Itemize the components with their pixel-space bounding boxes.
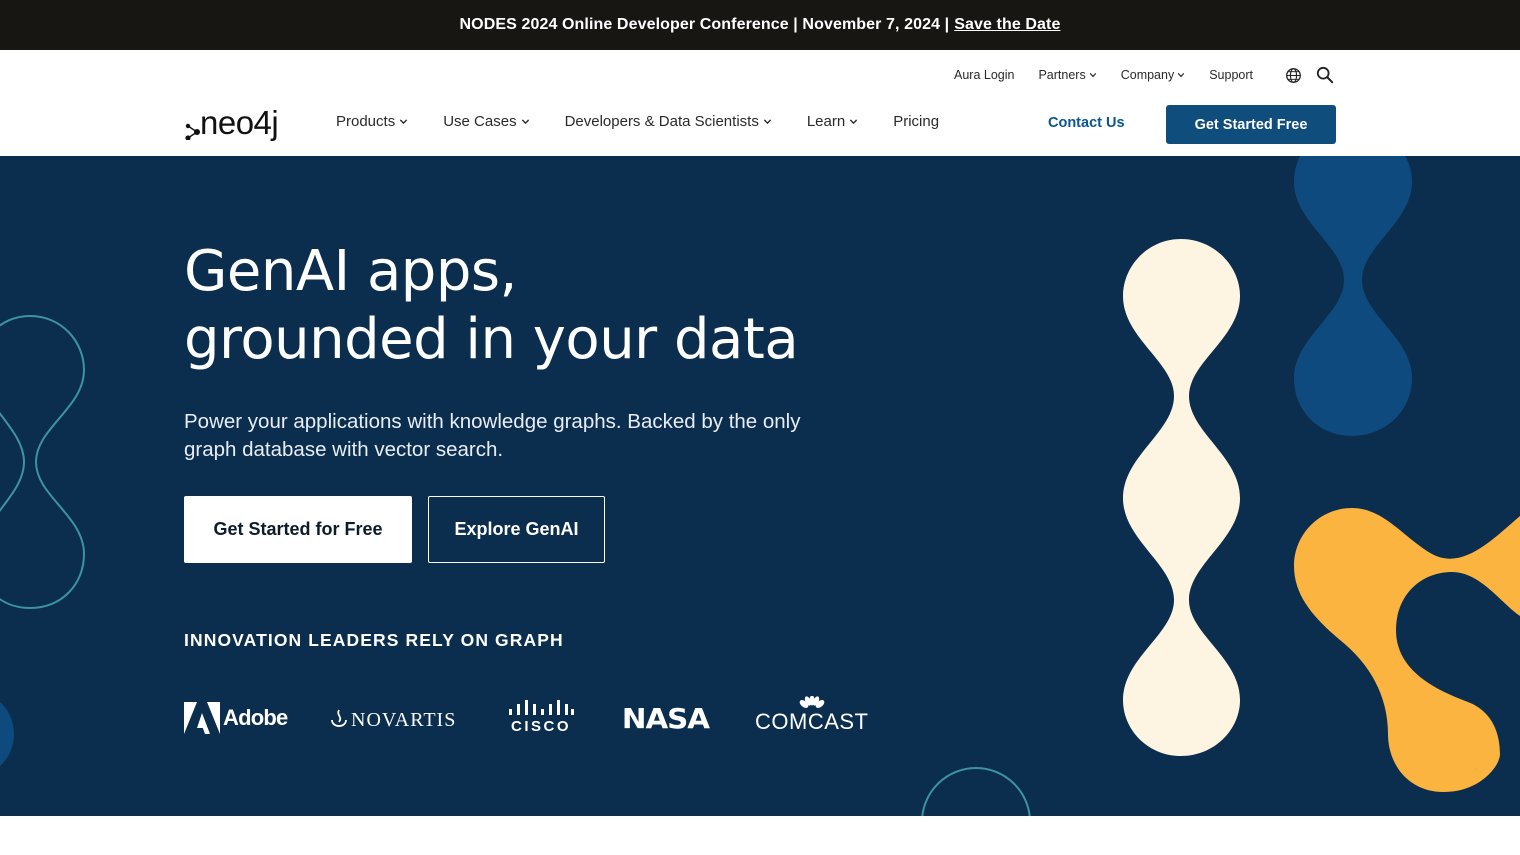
blue-circle-left <box>0 701 14 767</box>
nav-developers-label: Developers & Data Scientists <box>564 113 759 130</box>
cisco-bars-icon <box>509 700 574 715</box>
support-link[interactable]: Support <box>1209 68 1253 82</box>
partners-menu[interactable]: Partners <box>1038 68 1096 82</box>
get-started-free-button[interactable]: Get Started Free <box>1166 105 1336 144</box>
nav-use-cases[interactable]: Use Cases <box>443 113 529 130</box>
aura-login-label: Aura Login <box>954 68 1015 82</box>
nav-pricing[interactable]: Pricing <box>893 113 939 130</box>
announcement-text: NODES 2024 Online Developer Conference |… <box>459 16 950 33</box>
main-nav: neo4j Products Use Cases Developers & Da… <box>0 96 1520 156</box>
support-label: Support <box>1209 68 1253 82</box>
nav-products[interactable]: Products <box>336 113 408 130</box>
nav-learn-label: Learn <box>806 113 846 130</box>
utility-nav: Aura Login Partners Company Support <box>930 64 1334 86</box>
nasa-logo: NASA <box>621 702 710 735</box>
nav-products-label: Products <box>336 113 396 130</box>
teal-outline-circle-bottom <box>921 767 1031 816</box>
comcast-peacock-icon <box>799 696 825 708</box>
hero-headline-line2: grounded in your data <box>184 307 799 372</box>
explore-genai-button[interactable]: Explore GenAI <box>428 496 605 563</box>
page-below-hero <box>0 816 1520 855</box>
save-the-date-link[interactable]: Save the Date <box>954 16 1060 34</box>
hero-subheading: Power your applications with knowledge g… <box>184 410 801 461</box>
novartis-flame-icon <box>331 709 347 727</box>
cisco-wordmark: CISCO <box>510 718 571 735</box>
comcast-wordmark: COMCAST <box>755 709 869 734</box>
hero-headline: GenAI apps, grounded in your data <box>184 238 944 374</box>
search-button[interactable] <box>1316 66 1334 84</box>
adobe-logo: Adobe <box>184 702 288 734</box>
company-menu[interactable]: Company <box>1121 68 1186 82</box>
novartis-wordmark: NOVARTIS <box>351 708 457 731</box>
novartis-logo: NOVARTIS <box>330 708 456 732</box>
chevron-down-icon <box>521 119 529 125</box>
nav-pricing-label: Pricing <box>893 113 940 130</box>
nav-developers[interactable]: Developers & Data Scientists <box>565 113 772 130</box>
hero-headline-line1: GenAI apps, <box>184 239 517 304</box>
yellow-node-shape <box>1294 508 1520 792</box>
partners-label: Partners <box>1038 68 1086 82</box>
logo-dots-icon <box>185 123 200 140</box>
chevron-down-icon <box>1177 72 1185 78</box>
nav-learn[interactable]: Learn <box>807 113 858 130</box>
contact-us-link[interactable]: Contact Us <box>1048 115 1125 131</box>
get-started-for-free-button[interactable]: Get Started for Free <box>184 496 412 563</box>
adobe-mark-icon <box>184 702 220 734</box>
chevron-down-icon <box>763 119 771 125</box>
search-icon <box>1316 66 1334 84</box>
neo4j-logo[interactable]: neo4j <box>184 104 279 141</box>
innovation-leaders-heading: INNOVATION LEADERS RELY ON GRAPH <box>184 630 564 650</box>
chevron-down-icon <box>850 119 858 125</box>
blue-node-shape <box>1294 156 1412 436</box>
aura-login-link[interactable]: Aura Login <box>954 68 1014 82</box>
adobe-wordmark: Adobe <box>223 705 288 730</box>
cisco-logo: CISCO <box>508 700 574 735</box>
primary-nav-links: Products Use Cases Developers & Data Sci… <box>336 113 974 130</box>
teal-outline-shape-left <box>0 314 86 610</box>
cream-node-chain <box>1123 239 1240 756</box>
chevron-down-icon <box>1089 72 1096 78</box>
logo-wordmark: neo4j <box>200 104 279 141</box>
globe-icon <box>1286 67 1301 83</box>
chevron-down-icon <box>400 119 408 125</box>
comcast-logo: COMCAST <box>755 696 869 734</box>
announcement-bar: NODES 2024 Online Developer Conference |… <box>0 0 1520 50</box>
hero-section: GenAI apps, grounded in your data Power … <box>0 156 1520 816</box>
nav-use-cases-label: Use Cases <box>443 113 517 130</box>
company-label: Company <box>1120 68 1175 82</box>
language-button[interactable] <box>1285 67 1302 84</box>
nasa-wordmark: NASA <box>621 702 710 735</box>
